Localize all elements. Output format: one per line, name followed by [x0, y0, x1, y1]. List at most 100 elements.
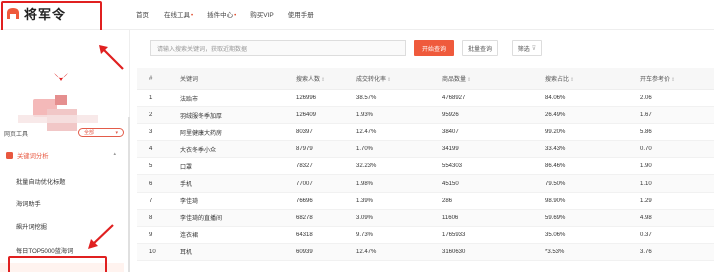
- sidebar-scrollbar[interactable]: [128, 117, 130, 272]
- nav-manual[interactable]: 使用手册: [288, 9, 314, 19]
- sort-icon[interactable]: ⇕: [570, 77, 574, 83]
- nav-online-tools[interactable]: 在线工具•: [164, 9, 193, 19]
- nav-home[interactable]: 首页: [136, 9, 150, 19]
- table-cell: 阿里健康大药房: [180, 130, 223, 137]
- main-nav: 首页 在线工具• 插件中心• 购买VIP 使用手册: [136, 9, 328, 19]
- column-header[interactable]: 搜索人数⇕: [284, 74, 344, 83]
- table-cell: 76696: [296, 197, 313, 204]
- sort-icon[interactable]: ⇕: [387, 77, 391, 83]
- keyword-search-input[interactable]: 请输入搜索关键词，获取近期数据: [150, 40, 406, 56]
- chevron-down-icon: ▾: [115, 129, 118, 136]
- table-row[interactable]: 3 阿里健康大药房 80397 12.47% 38407 99.20% 5.86: [137, 124, 714, 142]
- table-cell: 耳机: [180, 250, 193, 257]
- sidebar-item-rising-words[interactable]: 飙升词挖掘: [16, 222, 47, 231]
- table-header: # 关键词 搜索人数⇕ 成交转化率⇕ 商品数量⇕ 搜索占比⇕ 开车参考价⇕: [137, 68, 714, 90]
- tool-label: 网页工具: [4, 131, 29, 138]
- keyword-analysis-icon: [6, 151, 13, 159]
- sort-icon[interactable]: ⇕: [321, 77, 325, 83]
- table-cell: 1.90: [640, 163, 652, 170]
- column-header[interactable]: 开车参考价⇕: [628, 74, 708, 83]
- sidebar-item-top5000[interactable]: 每日TOP5000蓝海词: [16, 246, 73, 255]
- table-cell: 12.47%: [356, 129, 377, 136]
- table-cell: 78327: [296, 163, 313, 170]
- table-row[interactable]: 1 法跆市 126996 38.57% 4768927 84.06% 2.06: [137, 90, 714, 108]
- nav-plugin-center[interactable]: 插件中心•: [207, 9, 236, 19]
- table-row[interactable]: 7 李佳琦 76696 1.39% 286 98.90% 1.29: [137, 193, 714, 210]
- table-cell: 126409: [296, 112, 317, 119]
- table-row[interactable]: 10 耳机 60939 12.47% 3160630 *3.53% 3.76: [137, 243, 714, 261]
- table-cell: 35.06%: [545, 231, 566, 238]
- search-toolbar: 请输入搜索关键词，获取近期数据 开始查询 批量查询 筛选 ⊽: [132, 30, 714, 64]
- table-cell: 0.37: [640, 231, 652, 238]
- table-cell: 286: [442, 197, 453, 204]
- table-cell: 连衣裙: [180, 233, 199, 240]
- tool-category-select[interactable]: 全部 ▾: [78, 128, 124, 137]
- tool-filter-row: 网页工具 全部 ▾: [4, 128, 126, 138]
- table-cell: 3.09%: [356, 214, 374, 221]
- table-cell: 32.23%: [356, 163, 377, 170]
- table-row[interactable]: 9 连衣裙 64318 9.73% 1765933 35.06% 0.37: [137, 227, 714, 244]
- table-row[interactable]: 4 大衣冬季小众 87979 1.70% 34199 33.43% 0.70: [137, 141, 714, 159]
- sort-icon[interactable]: ⇕: [671, 77, 675, 83]
- table-cell: 86.46%: [545, 163, 566, 170]
- column-header[interactable]: 搜索占比⇕: [533, 74, 628, 83]
- batch-query-button[interactable]: 批量查询: [462, 40, 498, 56]
- table-cell: 80397: [296, 129, 313, 136]
- menu-group-keyword-analysis[interactable]: 关键词分析 ▴: [0, 147, 124, 163]
- table-row[interactable]: 5 口罩 78327 32.23% 554303 86.46% 1.90: [137, 158, 714, 176]
- table-cell: 77007: [296, 180, 313, 187]
- sort-icon[interactable]: ⇕: [467, 77, 471, 83]
- column-header: 关键词: [180, 77, 199, 83]
- table-cell: 8: [149, 214, 153, 221]
- chevron-up-icon: ▴: [113, 151, 116, 157]
- table-cell: 33.43%: [545, 146, 566, 153]
- column-header[interactable]: 成交转化率⇕: [344, 74, 430, 83]
- table-cell: 3.76: [640, 248, 652, 255]
- table-cell: 59.69%: [545, 214, 566, 221]
- table-cell: 5.86: [640, 129, 652, 136]
- table-cell: 1765933: [442, 231, 466, 238]
- table-row[interactable]: 8 李佳琦的直播间 68278 3.09% 11606 59.69% 4.98: [137, 209, 714, 227]
- column-header[interactable]: 商品数量⇕: [430, 74, 533, 83]
- table-cell: 34199: [442, 146, 459, 153]
- active-item-annotation-box: [8, 256, 107, 272]
- column-header: #: [149, 75, 153, 82]
- table-cell: 99.20%: [545, 129, 566, 136]
- table-cell: 1.98%: [356, 180, 374, 187]
- table-cell: 手机: [180, 182, 193, 189]
- table-cell: 1.67: [640, 112, 652, 119]
- table-cell: 38407: [442, 129, 459, 136]
- table-cell: 64318: [296, 231, 313, 238]
- table-cell: 1.39%: [356, 197, 374, 204]
- table-cell: 10: [149, 248, 156, 255]
- table-cell: 79.50%: [545, 180, 566, 187]
- user-info-blur: [18, 115, 98, 123]
- table-cell: 98.90%: [545, 197, 566, 204]
- table-cell: 3: [149, 129, 153, 136]
- nav-buy-vip[interactable]: 购买VIP: [250, 9, 273, 19]
- table-cell: 1.29: [640, 197, 652, 204]
- sidebar-item-batch-title[interactable]: 批量自动优化标题: [16, 177, 66, 186]
- table-cell: 法跆市: [180, 96, 199, 103]
- table-row[interactable]: 2 羽绒服冬季加厚 126409 1.93% 95926 26.49% 1.67: [137, 107, 714, 125]
- table-cell: 李佳琦: [180, 199, 199, 206]
- table-row[interactable]: 6 手机 77007 1.98% 45150 79.50% 1.10: [137, 175, 714, 193]
- annotation-arrow-icon: [99, 45, 124, 70]
- annotation-arrow-icon: [88, 224, 114, 249]
- start-query-button[interactable]: 开始查询: [414, 40, 454, 56]
- table-body: 1 法跆市 126996 38.57% 4768927 84.06% 2.06 2 羽绒服冬季加…: [137, 90, 714, 261]
- table-cell: 羽绒服冬季加厚: [180, 113, 223, 120]
- table-cell: 口罩: [180, 164, 193, 171]
- table-cell: 4.98: [640, 214, 652, 221]
- sidebar-item-sea-words[interactable]: 海词助手: [16, 199, 41, 208]
- table-cell: 6: [149, 180, 153, 187]
- table-cell: 1: [149, 95, 153, 102]
- filter-button[interactable]: 筛选 ⊽: [512, 40, 542, 56]
- table-cell: 3160630: [442, 248, 466, 255]
- table-cell: 1.93%: [356, 112, 374, 119]
- table-cell: 4768927: [442, 95, 466, 102]
- table-cell: 大衣冬季小众: [180, 147, 217, 154]
- table-cell: 87979: [296, 146, 313, 153]
- table-cell: 1.70%: [356, 146, 374, 153]
- down-arrow-icon: [54, 73, 68, 81]
